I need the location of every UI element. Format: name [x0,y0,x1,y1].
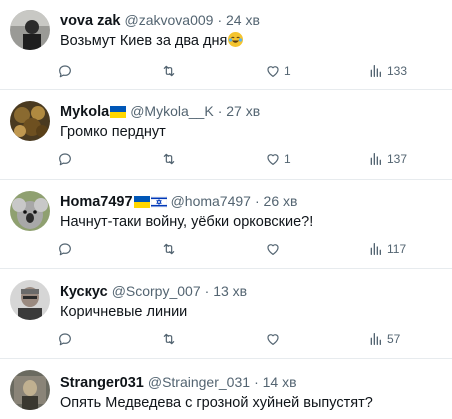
views-icon [370,243,381,255]
reply-feed: vova zak @zakvova009 · 24 хв Возьмут Кие… [0,0,452,419]
like-button[interactable]: 1 [265,149,291,169]
avatar[interactable] [10,280,50,320]
tweet-header: Homa7497 @homa7497 · 26 хв [60,192,297,213]
reply-button[interactable] [57,239,73,259]
display-name[interactable]: Homa7497 [60,194,133,210]
retweet-icon [163,153,175,165]
reply-icon [59,65,71,78]
like-count: 1 [284,152,291,166]
tweet-actions: 117 [50,239,430,259]
views-button[interactable]: 117 [368,239,406,259]
timestamp[interactable]: · 27 хв [218,103,260,119]
tweet[interactable]: Stranger031 @Strainger_031 · 14 хв Опять… [0,359,452,419]
reply-button[interactable] [57,329,73,349]
display-name[interactable]: Mykola [60,104,109,120]
tweet-text: Возьмут Киев за два дня [60,32,244,50]
timestamp[interactable]: · 26 хв [255,193,297,209]
timestamp[interactable]: · 13 хв [205,283,247,299]
like-icon [267,334,279,345]
ukraine-flag-icon [110,105,127,123]
tweet[interactable]: Mykola @Mykola__K · 27 хв Громко перднут… [0,90,452,180]
reply-icon [59,243,71,256]
tweet-actions: 1 137 [50,149,430,169]
views-button[interactable]: 57 [368,329,400,349]
handle[interactable]: @Mykola__K [130,103,213,119]
like-button[interactable] [265,329,284,349]
tweet[interactable]: vova zak @zakvova009 · 24 хв Возьмут Кие… [0,0,452,90]
like-icon [267,66,279,77]
handle[interactable]: @Scorpy_007 [112,283,201,299]
retweet-button[interactable] [160,329,178,349]
tweet-header: Кускус @Scorpy_007 · 13 хв [60,282,247,301]
tweet-actions: 57 [50,329,430,349]
retweet-button[interactable] [160,149,178,169]
tweet-text: Коричневые линии [60,304,188,320]
handle[interactable]: @homa7497 [171,193,251,209]
display-name[interactable]: Stranger031 [60,375,144,391]
avatar[interactable] [10,191,50,231]
views-button[interactable]: 133 [368,61,407,81]
israel-flag-icon [150,195,167,213]
retweet-button[interactable] [160,61,178,81]
tweet-text: Опять Медведева с грозной хуйней выпустя… [60,395,373,411]
tweet[interactable]: Homa7497 @homa7497 · 26 хв Начнут-таки в… [0,180,452,269]
retweet-icon [163,243,175,255]
retweet-button[interactable] [160,239,178,259]
like-count: 1 [284,64,291,78]
reply-icon [59,333,71,346]
retweet-icon [163,333,175,345]
like-button[interactable]: 1 [265,61,291,81]
display-name[interactable]: Кускус [60,284,108,300]
view-count: 57 [387,332,401,346]
handle[interactable]: @zakvova009 [125,12,214,28]
reply-button[interactable] [57,61,73,81]
views-button[interactable]: 137 [368,149,407,169]
tweet-text: Громко перднут [60,124,166,140]
view-count: 133 [387,64,408,78]
retweet-icon [163,65,175,77]
handle[interactable]: @Strainger_031 [148,374,250,390]
tweet-text-content: Возьмут Киев за два дня [60,33,228,49]
like-button[interactable] [265,239,284,259]
timestamp[interactable]: · 24 хв [217,12,259,28]
view-count: 137 [387,152,408,166]
like-icon [267,244,279,255]
tweet-header: Mykola @Mykola__K · 27 хв [60,102,260,123]
timestamp[interactable]: · 14 хв [254,374,296,390]
ukraine-flag-icon [133,195,150,213]
tweet-actions: 1 133 [50,61,430,81]
avatar[interactable] [10,370,50,410]
avatar[interactable] [10,101,50,141]
display-name[interactable]: vova zak [60,13,120,29]
view-count: 117 [387,242,407,256]
tweet-header: Stranger031 @Strainger_031 · 14 хв [60,373,297,392]
reply-button[interactable] [57,149,73,169]
face-with-tears-of-joy-icon [228,32,244,47]
tweet[interactable]: Кускус @Scorpy_007 · 13 хв Коричневые ли… [0,269,452,359]
views-icon [370,333,381,345]
reply-icon [59,153,71,166]
like-icon [267,154,279,165]
tweet-text: Начнут-таки войну, уёбки орковские?! [60,214,314,230]
views-icon [370,153,381,165]
tweet-header: vova zak @zakvova009 · 24 хв [60,11,260,30]
avatar[interactable] [10,10,50,50]
views-icon [370,65,381,77]
